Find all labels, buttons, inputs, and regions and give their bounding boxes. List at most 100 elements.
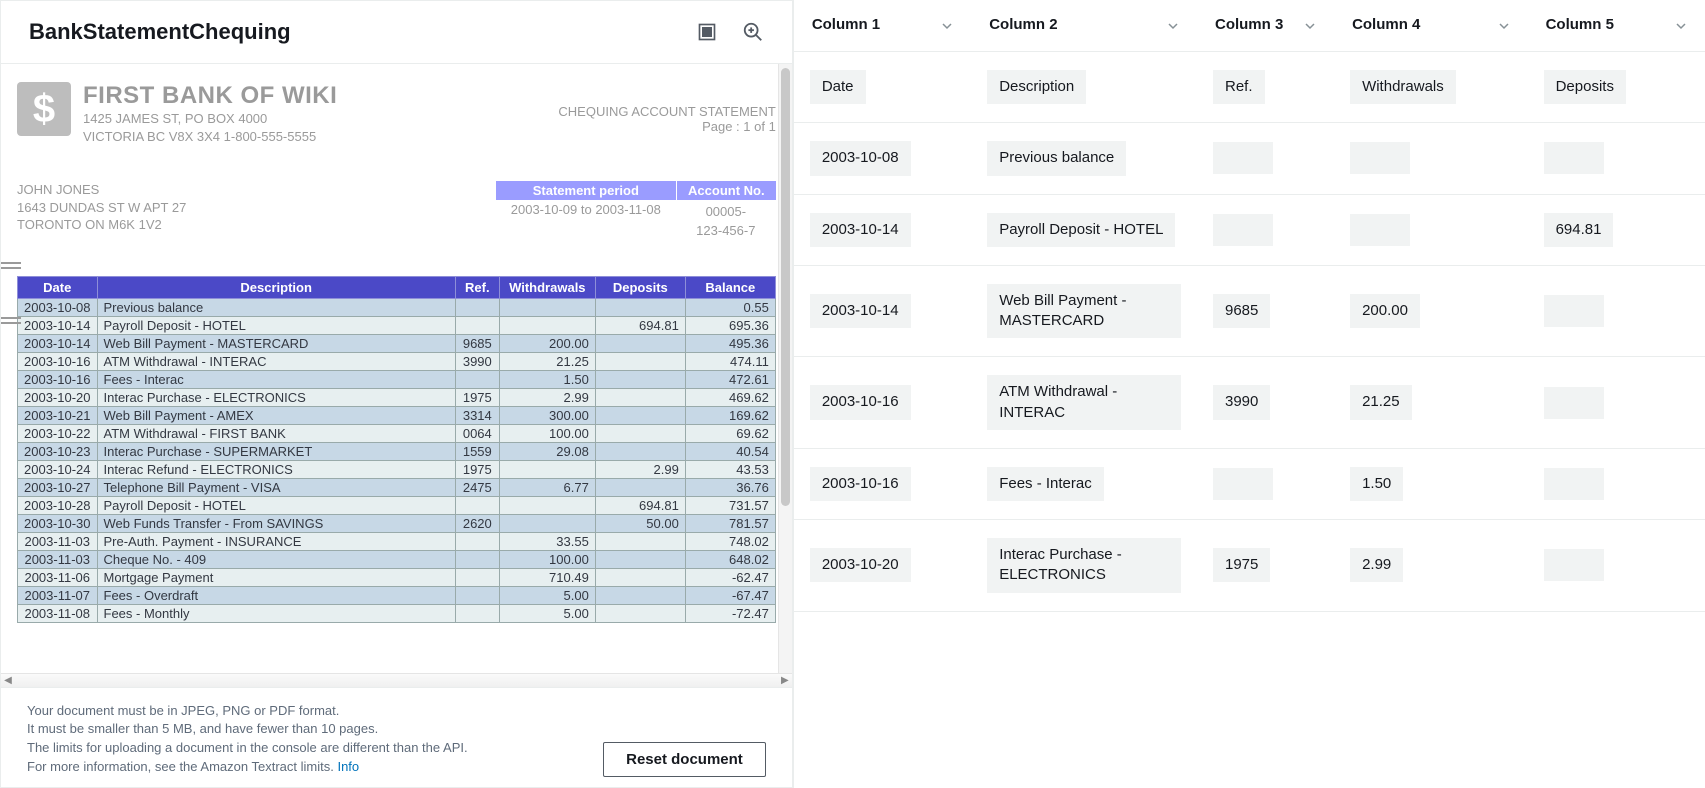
stmt-cell: Telephone Bill Payment - VISA [97, 479, 455, 497]
stmt-cell [595, 605, 685, 623]
extracted-value[interactable]: 2003-10-16 [810, 385, 911, 419]
sort-icon[interactable] [941, 19, 953, 31]
column-header[interactable]: Column 5 [1528, 0, 1705, 52]
extracted-value[interactable]: 694.81 [1544, 213, 1614, 247]
extracted-value[interactable]: Fees - Interac [987, 467, 1104, 501]
stmt-cell: -62.47 [685, 569, 775, 587]
sort-icon[interactable] [1304, 19, 1316, 31]
vertical-scrollbar[interactable] [778, 64, 792, 673]
annotation-toggle-icon[interactable] [696, 21, 718, 43]
scroll-left-icon[interactable]: ◀ [1, 675, 15, 686]
grid-cell: 2003-10-16 [794, 357, 971, 449]
stmt-cell: Pre-Auth. Payment - INSURANCE [97, 533, 455, 551]
extracted-value[interactable] [1544, 468, 1604, 500]
stmt-row: 2003-10-21Web Bill Payment - AMEX3314300… [18, 407, 776, 425]
stmt-cell: 1559 [455, 443, 499, 461]
stmt-cell: Interac Purchase - SUPERMARKET [97, 443, 455, 461]
stmt-row: 2003-10-14Payroll Deposit - HOTEL694.816… [18, 317, 776, 335]
stmt-cell: 2.99 [595, 461, 685, 479]
extracted-value[interactable] [1213, 214, 1273, 246]
stmt-cell [595, 569, 685, 587]
extracted-value[interactable] [1213, 142, 1273, 174]
extracted-value[interactable]: Payroll Deposit - HOTEL [987, 213, 1175, 247]
extracted-value[interactable]: 2003-10-20 [810, 548, 911, 582]
grid-cell [1334, 123, 1528, 194]
extracted-value[interactable]: 3990 [1213, 385, 1270, 419]
stmt-cell [595, 425, 685, 443]
extracted-value[interactable]: 2003-10-08 [810, 141, 911, 175]
stmt-header: Withdrawals [499, 277, 595, 299]
stmt-cell: 1975 [455, 389, 499, 407]
extracted-value[interactable]: Interac Purchase - ELECTRONICS [987, 538, 1181, 593]
grid-cell [1197, 195, 1334, 266]
statement-table: DateDescriptionRef.WithdrawalsDepositsBa… [17, 276, 776, 623]
sort-icon[interactable] [1498, 19, 1510, 31]
extracted-value[interactable] [1544, 295, 1604, 327]
stmt-cell: Fees - Interac [97, 371, 455, 389]
stmt-cell [595, 299, 685, 317]
column-header-label: Column 4 [1352, 16, 1420, 33]
stmt-cell: 2003-10-28 [18, 497, 98, 515]
column-header[interactable]: Column 4 [1334, 0, 1528, 52]
stmt-cell: -67.47 [685, 587, 775, 605]
extracted-value[interactable] [1544, 142, 1604, 174]
extracted-value[interactable] [1544, 387, 1604, 419]
extracted-value[interactable]: 9685 [1213, 294, 1270, 328]
column-header[interactable]: Column 3 [1197, 0, 1334, 52]
extracted-value[interactable]: ATM Withdrawal - INTERAC [987, 375, 1181, 430]
extracted-value[interactable]: 2003-10-16 [810, 467, 911, 501]
sort-icon[interactable] [1675, 19, 1687, 31]
stmt-cell: 2003-11-07 [18, 587, 98, 605]
stmt-cell: 2003-10-14 [18, 335, 98, 353]
extracted-value[interactable]: 1.50 [1350, 467, 1403, 501]
stmt-cell: 472.61 [685, 371, 775, 389]
stmt-cell: 2003-10-27 [18, 479, 98, 497]
extracted-value[interactable] [1544, 549, 1604, 581]
extracted-value[interactable]: Deposits [1544, 70, 1626, 104]
customer-name: JOHN JONES [17, 181, 186, 199]
grid-cell: 21.25 [1334, 357, 1528, 449]
stmt-header: Balance [685, 277, 775, 299]
sort-icon[interactable] [1167, 19, 1179, 31]
stmt-cell [455, 569, 499, 587]
extracted-value[interactable]: Ref. [1213, 70, 1265, 104]
extracted-value[interactable]: Date [810, 70, 866, 104]
grid-cell [1197, 449, 1334, 520]
scroll-right-icon[interactable]: ▶ [778, 675, 792, 686]
extracted-value[interactable]: Withdrawals [1350, 70, 1456, 104]
extracted-value[interactable]: 21.25 [1350, 385, 1412, 419]
stmt-cell [499, 461, 595, 479]
extracted-value[interactable]: 200.00 [1350, 294, 1420, 328]
grid-cell: 2003-10-20 [794, 520, 971, 612]
column-header[interactable]: Column 1 [794, 0, 971, 52]
extracted-value[interactable]: Web Bill Payment - MASTERCARD [987, 284, 1181, 339]
footer-line-1: Your document must be in JPEG, PNG or PD… [27, 702, 468, 721]
stmt-cell: 2003-10-16 [18, 371, 98, 389]
column-header-label: Column 3 [1215, 16, 1283, 33]
column-header[interactable]: Column 2 [971, 0, 1197, 52]
horizontal-scrollbar[interactable]: ◀ ▶ [1, 673, 792, 687]
extracted-value[interactable]: 2.99 [1350, 548, 1403, 582]
extracted-value[interactable] [1350, 142, 1410, 174]
stmt-cell: -72.47 [685, 605, 775, 623]
stmt-cell: 36.76 [685, 479, 775, 497]
extracted-value[interactable] [1350, 214, 1410, 246]
info-link[interactable]: Info [337, 759, 359, 774]
extracted-value[interactable]: 2003-10-14 [810, 213, 911, 247]
stmt-cell [499, 515, 595, 533]
extracted-value[interactable]: Previous balance [987, 141, 1126, 175]
stmt-header: Ref. [455, 277, 499, 299]
reset-document-button[interactable]: Reset document [603, 742, 766, 777]
extracted-value[interactable] [1213, 468, 1273, 500]
stmt-cell: 648.02 [685, 551, 775, 569]
stmt-cell: 0.55 [685, 299, 775, 317]
stmt-cell: 731.57 [685, 497, 775, 515]
stmt-cell [595, 551, 685, 569]
extracted-value[interactable]: 2003-10-14 [810, 294, 911, 328]
zoom-in-icon[interactable] [742, 21, 764, 43]
extracted-value[interactable]: 1975 [1213, 548, 1270, 582]
grid-cell: Deposits [1528, 52, 1705, 123]
extracted-value[interactable]: Description [987, 70, 1086, 104]
document-viewer[interactable]: FIRST BANK OF WIKI 1425 JAMES ST, PO BOX… [1, 64, 792, 673]
customer-address-2: TORONTO ON M6K 1V2 [17, 216, 186, 234]
